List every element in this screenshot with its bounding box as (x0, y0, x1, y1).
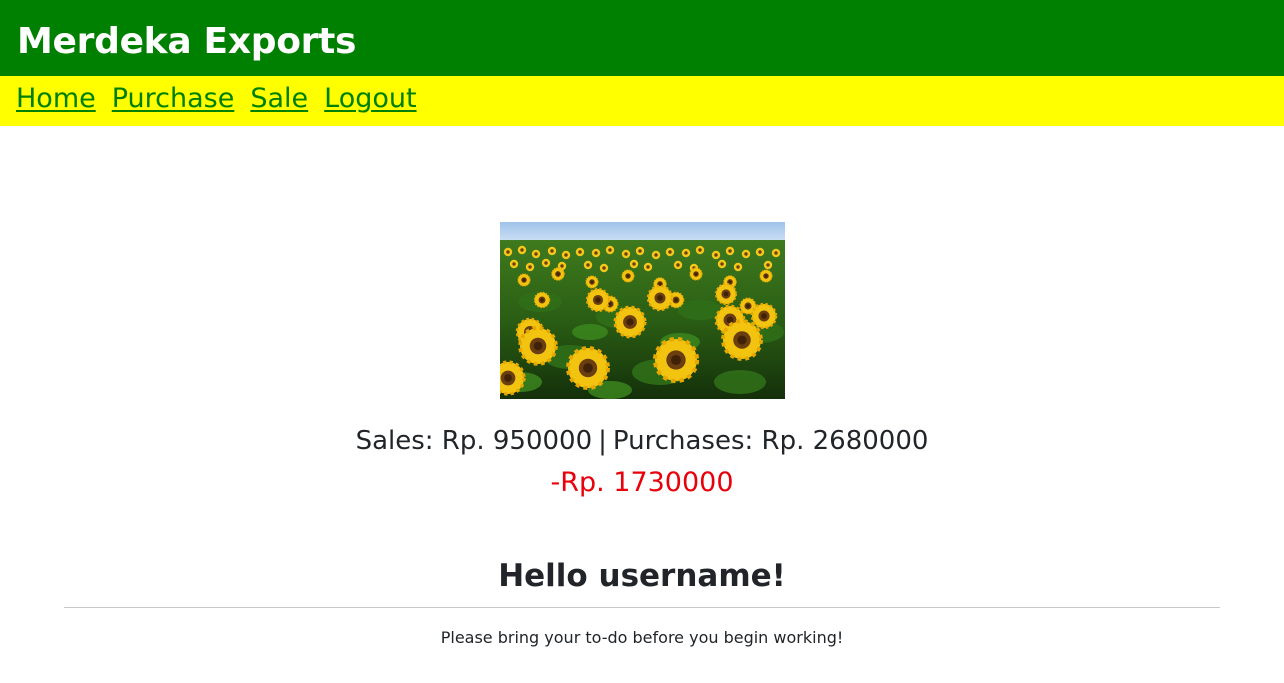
sales-purchases-summary: Sales: Rp. 950000 | Purchases: Rp. 2680000 (0, 422, 1284, 460)
brand-title: Merdeka Exports (17, 21, 357, 62)
nav-links: Home Purchase Sale Logout (16, 80, 417, 118)
divider (64, 607, 1220, 608)
net-balance: -Rp. 1730000 (550, 467, 734, 498)
greeting-heading: Hello username! (498, 558, 786, 594)
top-header: Merdeka Exports (0, 0, 1284, 76)
stats-separator: | (598, 426, 607, 456)
sales-total: Sales: Rp. 950000 (355, 426, 593, 456)
nav-link-purchase[interactable]: Purchase (112, 80, 235, 118)
notice-text: Please bring your to-do before you begin… (440, 628, 844, 647)
sunflower-field-image (500, 222, 785, 399)
purchases-total: Purchases: Rp. 2680000 (612, 426, 929, 456)
nav-link-logout[interactable]: Logout (324, 80, 416, 118)
nav-link-home[interactable]: Home (16, 80, 96, 118)
nav-link-sale[interactable]: Sale (250, 80, 308, 118)
main-nav: Home Purchase Sale Logout (0, 76, 1284, 126)
